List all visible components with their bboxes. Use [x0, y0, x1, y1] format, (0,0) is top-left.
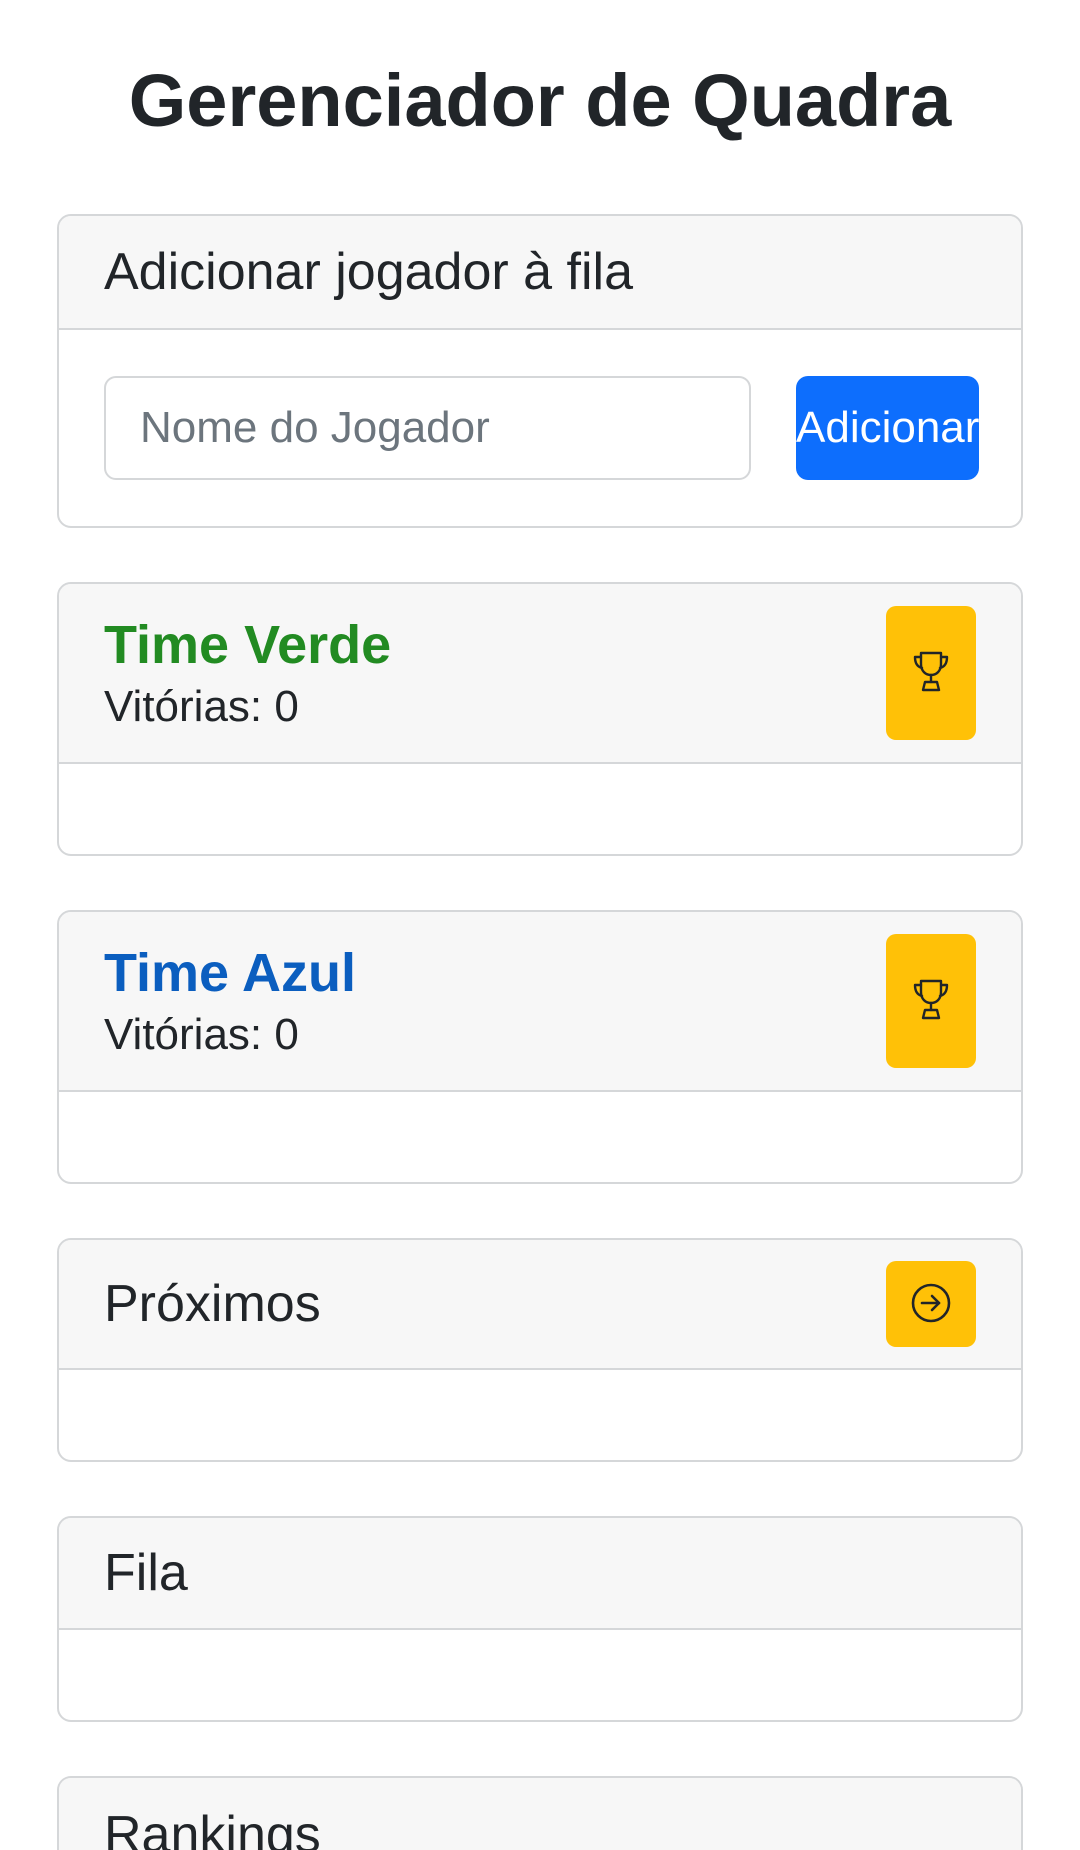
- team-header-verde: Time Verde Vitórias: 0: [59, 584, 1021, 764]
- next-players-header: Próximos: [59, 1240, 1021, 1370]
- add-player-button[interactable]: Adicionar: [796, 376, 980, 480]
- team-wins-azul: Vitórias: 0: [104, 1010, 299, 1060]
- trophy-icon: [911, 650, 951, 697]
- team-card-verde: Time Verde Vitórias: 0: [57, 582, 1023, 856]
- team-wins-verde: Vitórias: 0: [104, 682, 299, 732]
- rankings-card: Rankings: [57, 1776, 1023, 1850]
- arrow-right-circle-icon: [910, 1282, 952, 1327]
- next-players-title: Próximos: [104, 1275, 321, 1333]
- team-card-azul: Time Azul Vitórias: 0: [57, 910, 1023, 1184]
- team-info-azul: Time Azul Vitórias: 0: [104, 942, 356, 1060]
- add-player-title: Adicionar jogador à fila: [104, 243, 633, 301]
- add-player-header: Adicionar jogador à fila: [59, 216, 1021, 330]
- team-name-azul: Time Azul: [104, 942, 357, 1003]
- rankings-header: Rankings: [59, 1778, 1021, 1850]
- team-players-verde: [59, 764, 1021, 854]
- team-players-azul: [59, 1092, 1021, 1182]
- add-player-card: Adicionar jogador à fila Adicionar: [57, 214, 1023, 528]
- rankings-title: Rankings: [104, 1806, 321, 1850]
- queue-header: Fila: [59, 1518, 1021, 1630]
- team-header-azul: Time Azul Vitórias: 0: [59, 912, 1021, 1092]
- page: Gerenciador de Quadra Adicionar jogador …: [0, 0, 1080, 1850]
- team-name-verde: Time Verde: [104, 614, 392, 675]
- win-button-verde[interactable]: [886, 606, 976, 740]
- queue-card: Fila: [57, 1516, 1023, 1722]
- next-players-list: [59, 1370, 1021, 1460]
- win-button-azul[interactable]: [886, 934, 976, 1068]
- advance-next-button[interactable]: [886, 1261, 976, 1347]
- queue-list: [59, 1630, 1021, 1720]
- page-title: Gerenciador de Quadra: [128, 59, 952, 142]
- player-name-input[interactable]: [104, 376, 751, 480]
- add-player-body: Adicionar: [59, 330, 1021, 526]
- team-info-verde: Time Verde Vitórias: 0: [104, 614, 391, 732]
- trophy-icon: [911, 978, 951, 1025]
- next-players-card: Próximos: [57, 1238, 1023, 1462]
- queue-title: Fila: [104, 1544, 188, 1602]
